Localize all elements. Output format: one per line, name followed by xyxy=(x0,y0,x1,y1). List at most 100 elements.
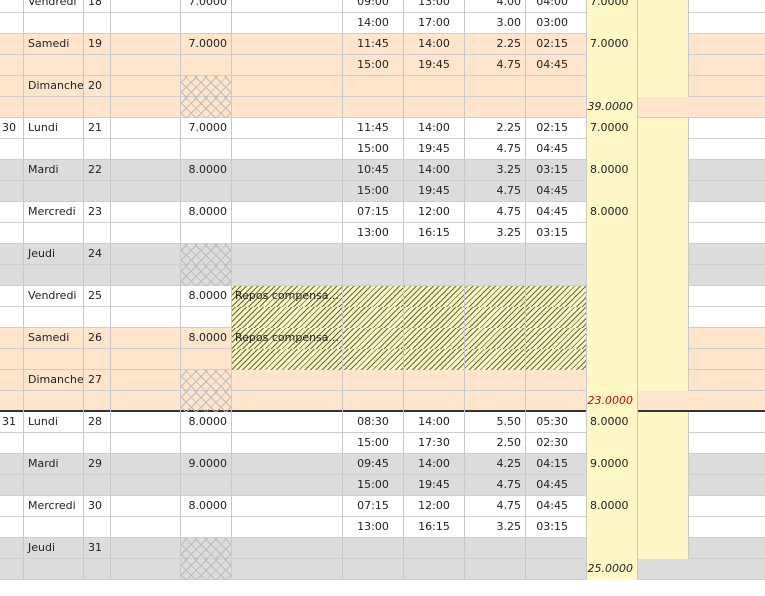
end-time-cell[interactable]: 13:00 xyxy=(404,0,465,13)
start-time-cell[interactable] xyxy=(343,265,404,286)
start-time-cell[interactable]: 10:45 xyxy=(343,160,404,181)
end-time-cell[interactable] xyxy=(404,391,465,412)
duration-cell[interactable] xyxy=(526,538,587,559)
day-number-cell[interactable] xyxy=(84,97,111,118)
week-total-cell[interactable]: 25.0000 xyxy=(587,559,638,580)
duration-cell[interactable]: 03:00 xyxy=(526,13,587,34)
duration-cell[interactable]: 04:45 xyxy=(526,55,587,76)
day-number-cell[interactable]: 22 xyxy=(84,160,111,181)
day-number-cell[interactable] xyxy=(84,139,111,160)
day-total-cell[interactable]: 7.0000 xyxy=(587,0,638,13)
blank-cell[interactable] xyxy=(111,433,181,454)
planned-hours-cell[interactable] xyxy=(181,433,232,454)
empty-cell[interactable] xyxy=(689,475,765,496)
planned-hours-cell[interactable]: 7.0000 xyxy=(181,34,232,55)
duration-cell[interactable]: 05:30 xyxy=(526,412,587,433)
empty-cell[interactable] xyxy=(689,433,765,454)
blank-cell[interactable] xyxy=(111,202,181,223)
day-number-cell[interactable]: 29 xyxy=(84,454,111,475)
start-time-cell[interactable] xyxy=(343,76,404,97)
empty-cell[interactable] xyxy=(689,202,765,223)
day-total-cell[interactable] xyxy=(587,538,638,559)
note-cell[interactable] xyxy=(232,349,343,370)
week-total-cell[interactable] xyxy=(638,370,689,391)
note-cell[interactable] xyxy=(232,433,343,454)
blank-cell[interactable] xyxy=(111,370,181,391)
planned-hours-cell[interactable] xyxy=(181,13,232,34)
blank-cell[interactable] xyxy=(111,496,181,517)
note-cell[interactable] xyxy=(232,391,343,412)
blank-cell[interactable] xyxy=(111,139,181,160)
decimal-duration-cell[interactable]: 4.75 xyxy=(465,55,526,76)
duration-cell[interactable] xyxy=(526,391,587,412)
day-name-cell[interactable] xyxy=(24,139,84,160)
day-name-cell[interactable] xyxy=(24,349,84,370)
empty-cell[interactable] xyxy=(689,307,765,328)
decimal-duration-cell[interactable] xyxy=(465,391,526,412)
week-total-cell[interactable] xyxy=(638,475,689,496)
decimal-duration-cell[interactable]: 3.25 xyxy=(465,223,526,244)
start-time-cell[interactable] xyxy=(343,286,404,307)
day-total-cell[interactable]: 7.0000 xyxy=(587,34,638,55)
day-number-cell[interactable]: 28 xyxy=(84,412,111,433)
end-time-cell[interactable] xyxy=(404,97,465,118)
empty-cell[interactable] xyxy=(689,76,765,97)
week-total-cell[interactable]: 39.0000 xyxy=(587,97,638,118)
week-total-cell[interactable] xyxy=(638,160,689,181)
week-number-cell[interactable] xyxy=(0,559,24,580)
start-time-cell[interactable]: 11:45 xyxy=(343,34,404,55)
planned-hours-cell[interactable] xyxy=(181,244,232,265)
decimal-duration-cell[interactable]: 4.75 xyxy=(465,496,526,517)
duration-cell[interactable]: 04:00 xyxy=(526,0,587,13)
decimal-duration-cell[interactable]: 2.50 xyxy=(465,433,526,454)
day-name-cell[interactable] xyxy=(24,181,84,202)
day-name-cell[interactable]: Lundi xyxy=(24,412,84,433)
day-number-cell[interactable]: 31 xyxy=(84,538,111,559)
duration-cell[interactable]: 02:15 xyxy=(526,34,587,55)
planned-hours-cell[interactable]: 8.0000 xyxy=(181,160,232,181)
end-time-cell[interactable]: 19:45 xyxy=(404,475,465,496)
day-total-cell[interactable] xyxy=(587,517,638,538)
day-number-cell[interactable] xyxy=(84,433,111,454)
week-total-cell[interactable] xyxy=(638,13,689,34)
day-total-cell[interactable] xyxy=(587,475,638,496)
note-cell[interactable] xyxy=(232,181,343,202)
decimal-duration-cell[interactable]: 2.25 xyxy=(465,118,526,139)
day-total-cell[interactable]: 9.0000 xyxy=(587,454,638,475)
week-total-cell[interactable] xyxy=(638,307,689,328)
start-time-cell[interactable]: 07:15 xyxy=(343,496,404,517)
day-name-cell[interactable] xyxy=(24,475,84,496)
day-name-cell[interactable]: Lundi xyxy=(24,118,84,139)
note-cell[interactable] xyxy=(232,76,343,97)
blank-cell[interactable] xyxy=(111,160,181,181)
empty-cell[interactable] xyxy=(689,391,765,412)
duration-cell[interactable]: 03:15 xyxy=(526,160,587,181)
start-time-cell[interactable]: 15:00 xyxy=(343,139,404,160)
day-number-cell[interactable] xyxy=(84,391,111,412)
day-name-cell[interactable] xyxy=(24,13,84,34)
planned-hours-cell[interactable] xyxy=(181,223,232,244)
planned-hours-cell[interactable]: 8.0000 xyxy=(181,202,232,223)
week-total-cell[interactable] xyxy=(638,265,689,286)
day-name-cell[interactable]: Mercredi xyxy=(24,496,84,517)
week-total-cell[interactable]: 23.0000 xyxy=(587,391,638,412)
blank-cell[interactable] xyxy=(111,349,181,370)
empty-cell[interactable] xyxy=(689,13,765,34)
day-name-cell[interactable] xyxy=(24,97,84,118)
note-cell[interactable] xyxy=(232,34,343,55)
start-time-cell[interactable]: 08:30 xyxy=(343,412,404,433)
planned-hours-cell[interactable] xyxy=(181,139,232,160)
blank-cell[interactable] xyxy=(111,244,181,265)
week-number-cell[interactable] xyxy=(0,181,24,202)
decimal-duration-cell[interactable] xyxy=(465,244,526,265)
day-number-cell[interactable] xyxy=(84,517,111,538)
week-number-cell[interactable] xyxy=(0,370,24,391)
blank-cell[interactable] xyxy=(111,538,181,559)
note-cell[interactable] xyxy=(232,307,343,328)
day-total-cell[interactable] xyxy=(587,181,638,202)
blank-cell[interactable] xyxy=(111,34,181,55)
week-number-cell[interactable] xyxy=(0,160,24,181)
start-time-cell[interactable] xyxy=(343,97,404,118)
decimal-duration-cell[interactable]: 4.00 xyxy=(465,0,526,13)
week-number-cell[interactable] xyxy=(0,433,24,454)
